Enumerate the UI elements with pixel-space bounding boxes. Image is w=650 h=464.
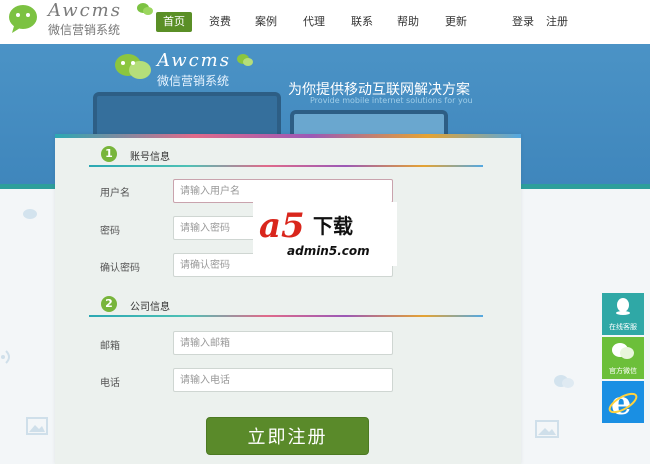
email-input[interactable]: [173, 331, 393, 355]
browser-button[interactable]: e: [602, 381, 644, 423]
register-link[interactable]: 注册: [546, 12, 568, 32]
banner-wechat-icon: [115, 54, 151, 79]
wechat-logo-icon: [9, 5, 37, 33]
official-wechat-label: 官方微信: [609, 367, 637, 375]
nav-home[interactable]: 首页: [156, 12, 192, 32]
nav-updates[interactable]: 更新: [442, 12, 470, 32]
form-top-border: [55, 134, 521, 138]
register-submit-button[interactable]: 立即注册: [206, 417, 369, 455]
watermark-title: 下载: [313, 214, 353, 238]
logo[interactable]: Awcms 微信营销系统: [8, 0, 158, 40]
banner-slogan-en: Provide mobile internet solutions for yo…: [310, 96, 473, 105]
nav-contact[interactable]: 联系: [348, 12, 376, 32]
email-label: 邮箱: [100, 341, 120, 352]
chat-bubble-icon: [23, 209, 37, 219]
username-label: 用户名: [100, 188, 130, 199]
logo-subtitle: 微信营销系统: [48, 23, 121, 37]
section-title-account: 账号信息: [130, 152, 170, 163]
banner-logo-title: Awcms: [157, 50, 231, 71]
phone-input[interactable]: [173, 368, 393, 392]
section-number-1: 1: [101, 146, 117, 162]
official-wechat-button[interactable]: 官方微信: [602, 337, 644, 379]
logo-title: Awcms: [48, 0, 122, 21]
online-support-button[interactable]: 在线客服: [602, 293, 644, 335]
ie-icon: e: [608, 385, 638, 419]
watermark-logo: a5 下载 admin5.com: [253, 202, 397, 266]
signal-icon: [1, 350, 10, 364]
phone-label: 电话: [100, 378, 120, 389]
password-label: 密码: [100, 226, 120, 237]
section-divider: [89, 315, 483, 317]
confirm-password-label: 确认密码: [100, 263, 140, 274]
chat-bubble-icon: [554, 375, 574, 388]
picture-icon: [26, 417, 48, 435]
section-title-company: 公司信息: [130, 302, 170, 313]
wechat-small-icon: [137, 3, 153, 15]
nav-help[interactable]: 帮助: [394, 12, 422, 32]
section-number-2: 2: [101, 296, 117, 312]
watermark-letter: a5: [259, 206, 305, 246]
watermark-domain: admin5.com: [287, 244, 370, 258]
registration-form: 1 账号信息 用户名 密码 确认密码 2 公司信息 邮箱 电话: [55, 134, 521, 464]
banner-small-wechat-icon: [237, 54, 253, 66]
wechat-icon: [612, 343, 634, 359]
username-input[interactable]: [173, 179, 393, 203]
banner-logo-subtitle: 微信营销系统: [157, 74, 230, 88]
online-support-label: 在线客服: [609, 323, 637, 331]
qq-icon: [616, 298, 630, 315]
nav-agent[interactable]: 代理: [300, 12, 328, 32]
picture-icon: [535, 420, 559, 438]
nav-cases[interactable]: 案例: [252, 12, 280, 32]
top-navbar: Awcms 微信营销系统 首页 资费 案例 代理 联系 帮助 更新 登录 注册: [0, 0, 650, 45]
section-divider: [89, 165, 483, 167]
login-link[interactable]: 登录: [512, 12, 534, 32]
nav-pricing[interactable]: 资费: [206, 12, 234, 32]
